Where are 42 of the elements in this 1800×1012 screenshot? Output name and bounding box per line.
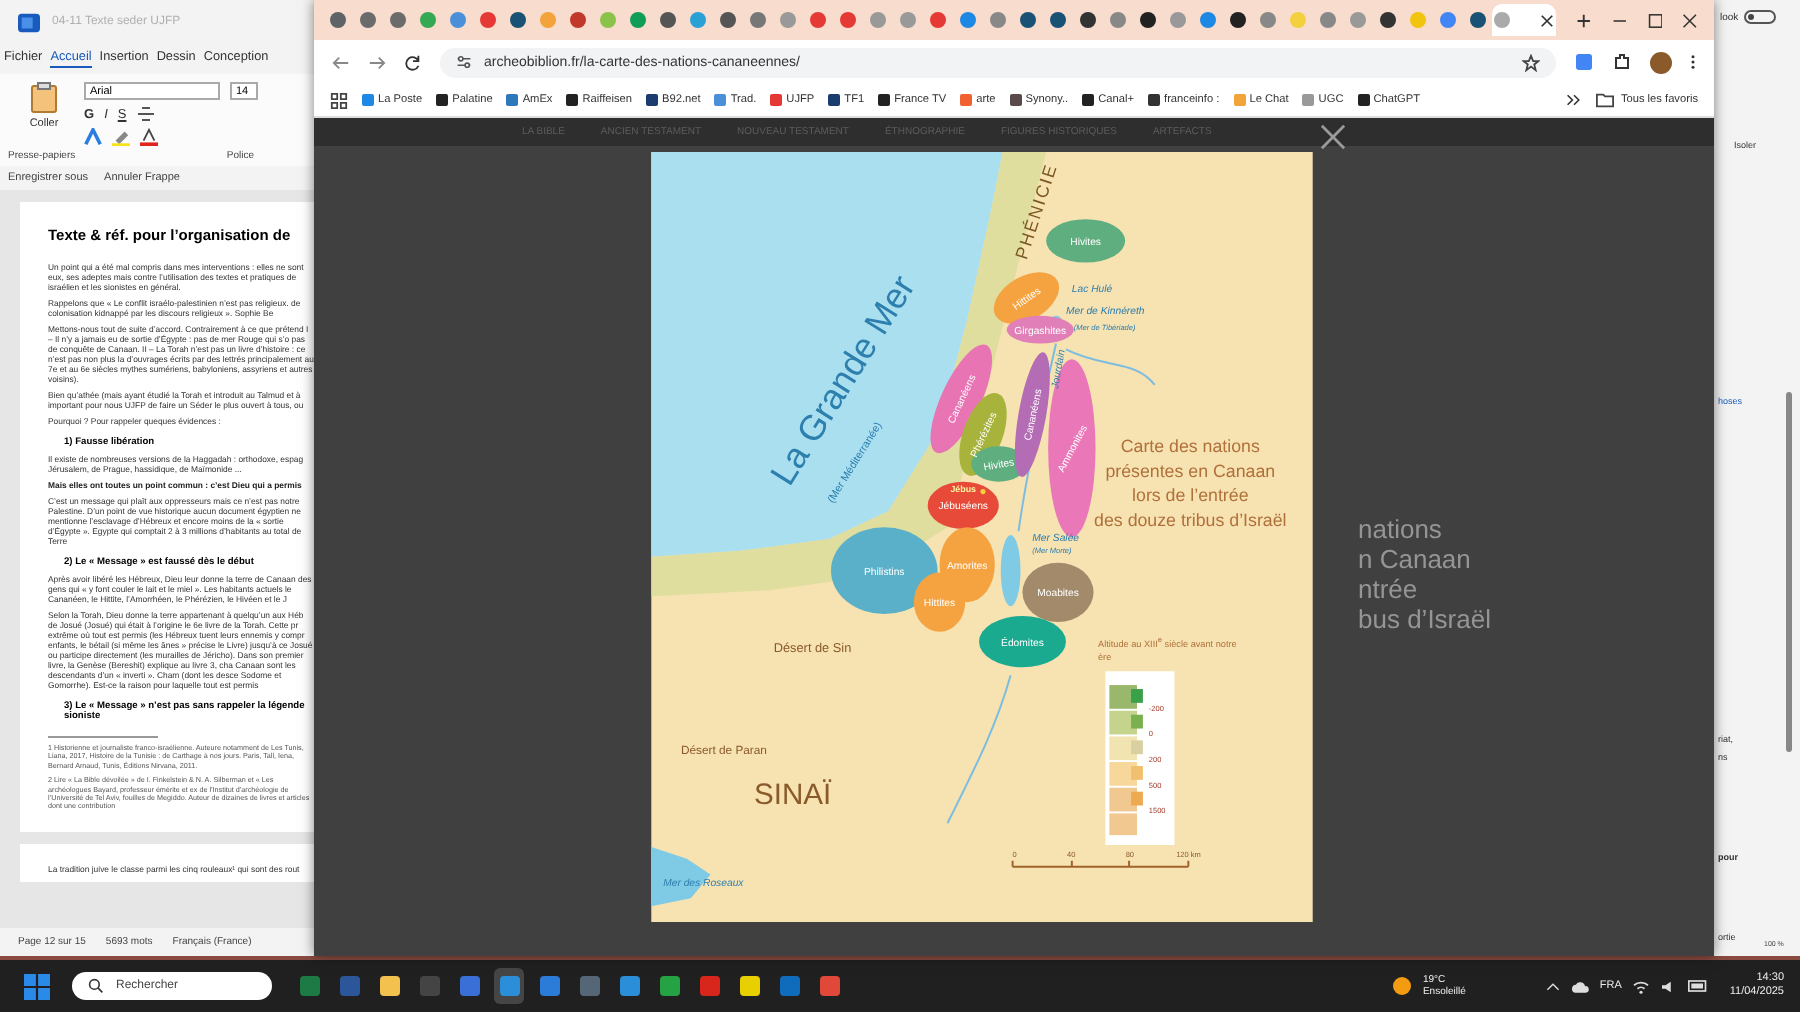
chevron-up-icon[interactable] [1545, 981, 1560, 991]
profile-avatar-icon[interactable] [1650, 51, 1672, 73]
apps-grid-icon[interactable] [330, 91, 348, 109]
map-title: lors de l’entrée [1132, 485, 1249, 506]
background-caption: nations [1358, 514, 1444, 544]
back-icon[interactable] [332, 53, 350, 71]
background-caption: n Canaan [1358, 544, 1473, 574]
menu-icon[interactable] [1690, 52, 1696, 72]
background-caption: bus d’Israël [1358, 604, 1491, 634]
search-icon [88, 978, 104, 994]
map-title: présentes en Canaan [1105, 460, 1276, 481]
text-effect-icon[interactable] [84, 128, 102, 146]
scrollbar[interactable] [1786, 392, 1792, 752]
battery-icon[interactable] [1687, 980, 1708, 992]
toggle-switch[interactable] [1744, 10, 1777, 24]
folder-icon [1596, 92, 1615, 108]
taskbar-button[interactable] [494, 968, 524, 1004]
clipboard-icon[interactable] [30, 82, 58, 114]
city-dot-icon [980, 489, 986, 495]
desert-label: SINAÏ [753, 779, 832, 812]
extensions-icon[interactable] [1612, 52, 1632, 72]
map-title: des douze tribus d’Israël [1094, 510, 1287, 531]
strikethrough-icon[interactable] [136, 106, 157, 122]
maximize-icon[interactable] [1647, 11, 1663, 29]
more-chevron-icon[interactable] [1566, 92, 1583, 108]
translate-icon[interactable] [1574, 52, 1594, 72]
highlighter-icon[interactable] [112, 128, 130, 146]
forward-icon[interactable] [368, 53, 386, 71]
background-caption: ntrée [1358, 574, 1420, 604]
new-tab-icon[interactable] [1576, 11, 1592, 29]
font-color-icon[interactable] [140, 128, 158, 146]
reload-icon[interactable] [404, 53, 422, 71]
document-app-icon[interactable] [18, 11, 40, 33]
wifi-icon[interactable] [1631, 979, 1650, 993]
close-icon[interactable] [1682, 11, 1698, 29]
map-title: Carte des nations [1120, 436, 1260, 457]
cloud-icon[interactable] [1569, 979, 1590, 993]
sun-icon[interactable] [1392, 976, 1413, 996]
close-icon[interactable] [1320, 124, 1346, 150]
lake-shape [1000, 535, 1021, 607]
start-icon[interactable] [24, 973, 50, 999]
close-tab-icon[interactable] [1540, 13, 1554, 27]
